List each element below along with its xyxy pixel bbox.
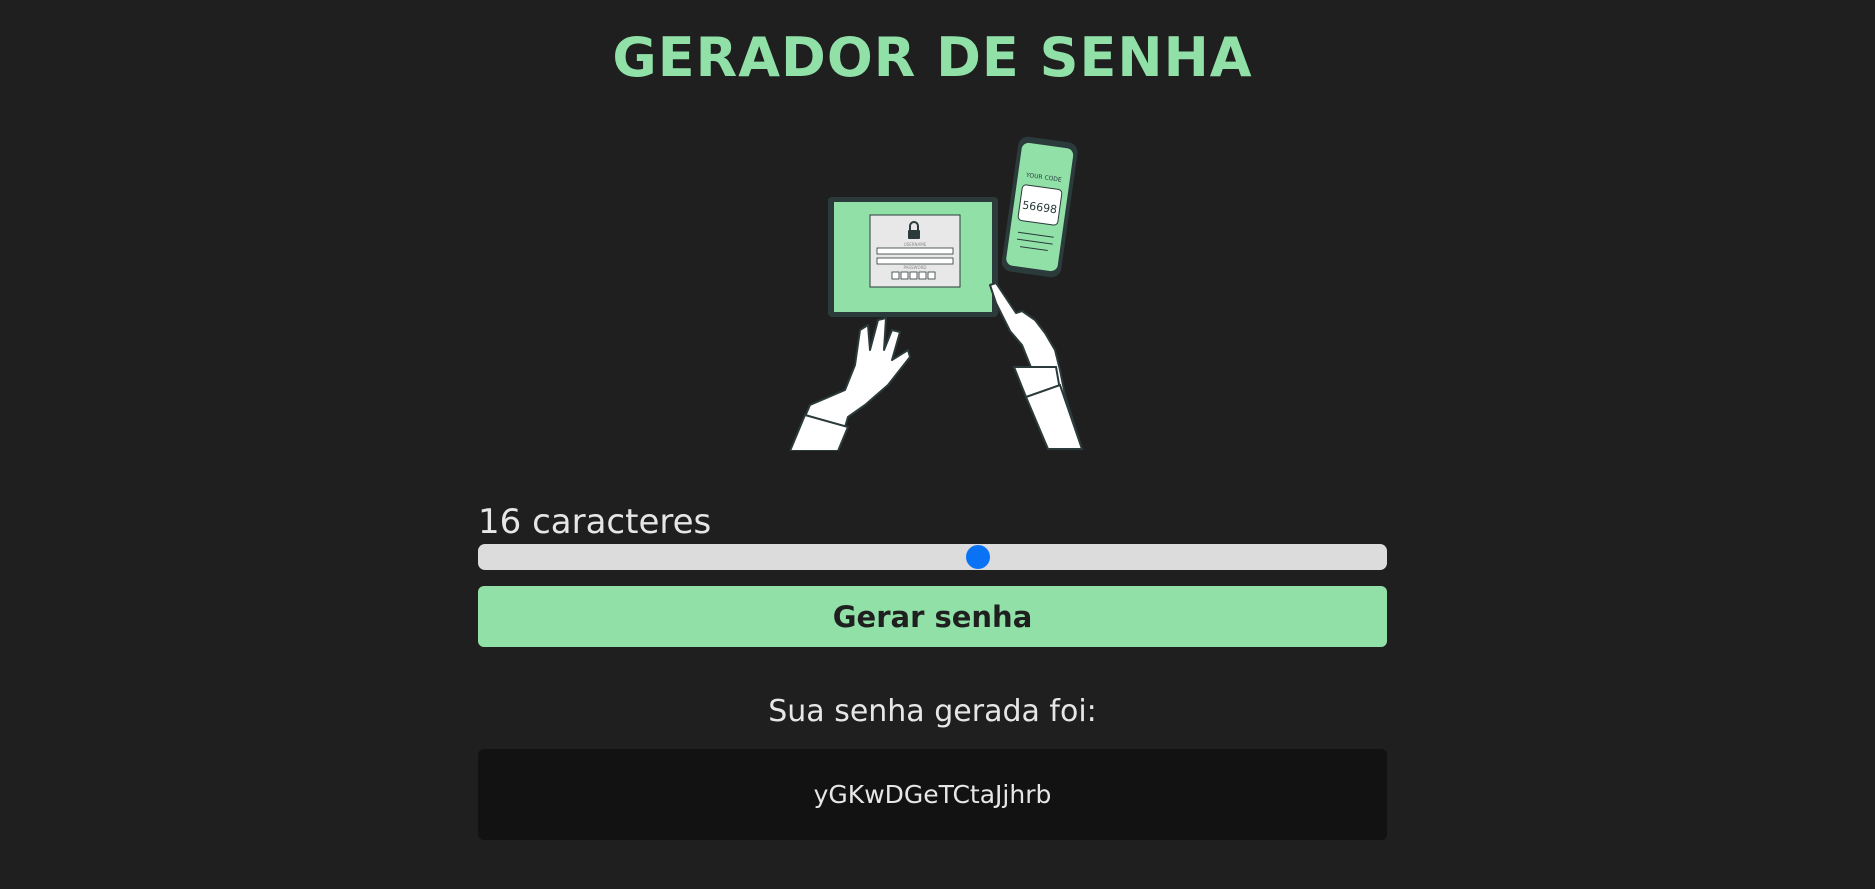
- password-login-illustration: USERNAME PASSWORD YOUR CODE 56698: [760, 135, 1100, 452]
- password-length-slider[interactable]: [478, 544, 1387, 570]
- right-hand-graphic: [989, 282, 1084, 450]
- generated-password-label: Sua senha gerada foi:: [768, 694, 1097, 729]
- phone-graphic: YOUR CODE 56698: [1001, 136, 1078, 278]
- left-hand-graphic: [788, 317, 911, 452]
- password-length-label: 16 caracteres: [478, 502, 712, 542]
- slider-thumb[interactable]: [965, 545, 990, 569]
- generated-password-box[interactable]: yGKwDGeTCtaJjhrb: [478, 749, 1387, 840]
- username-hint: USERNAME: [904, 242, 927, 247]
- password-field-graphic: [876, 257, 954, 265]
- pin-boxes: [891, 271, 936, 280]
- illustration-svg: USERNAME PASSWORD YOUR CODE 56698: [788, 136, 1084, 452]
- generate-password-button[interactable]: Gerar senha: [478, 586, 1387, 647]
- generated-password-value[interactable]: yGKwDGeTCtaJjhrb: [814, 780, 1052, 809]
- page-title: GERADOR DE SENHA: [612, 26, 1253, 89]
- password-hint: PASSWORD: [904, 265, 927, 270]
- username-field-graphic: [876, 247, 954, 255]
- password-generator-page: GERADOR DE SENHA USERNAME PASSWORD YOUR …: [0, 0, 1875, 889]
